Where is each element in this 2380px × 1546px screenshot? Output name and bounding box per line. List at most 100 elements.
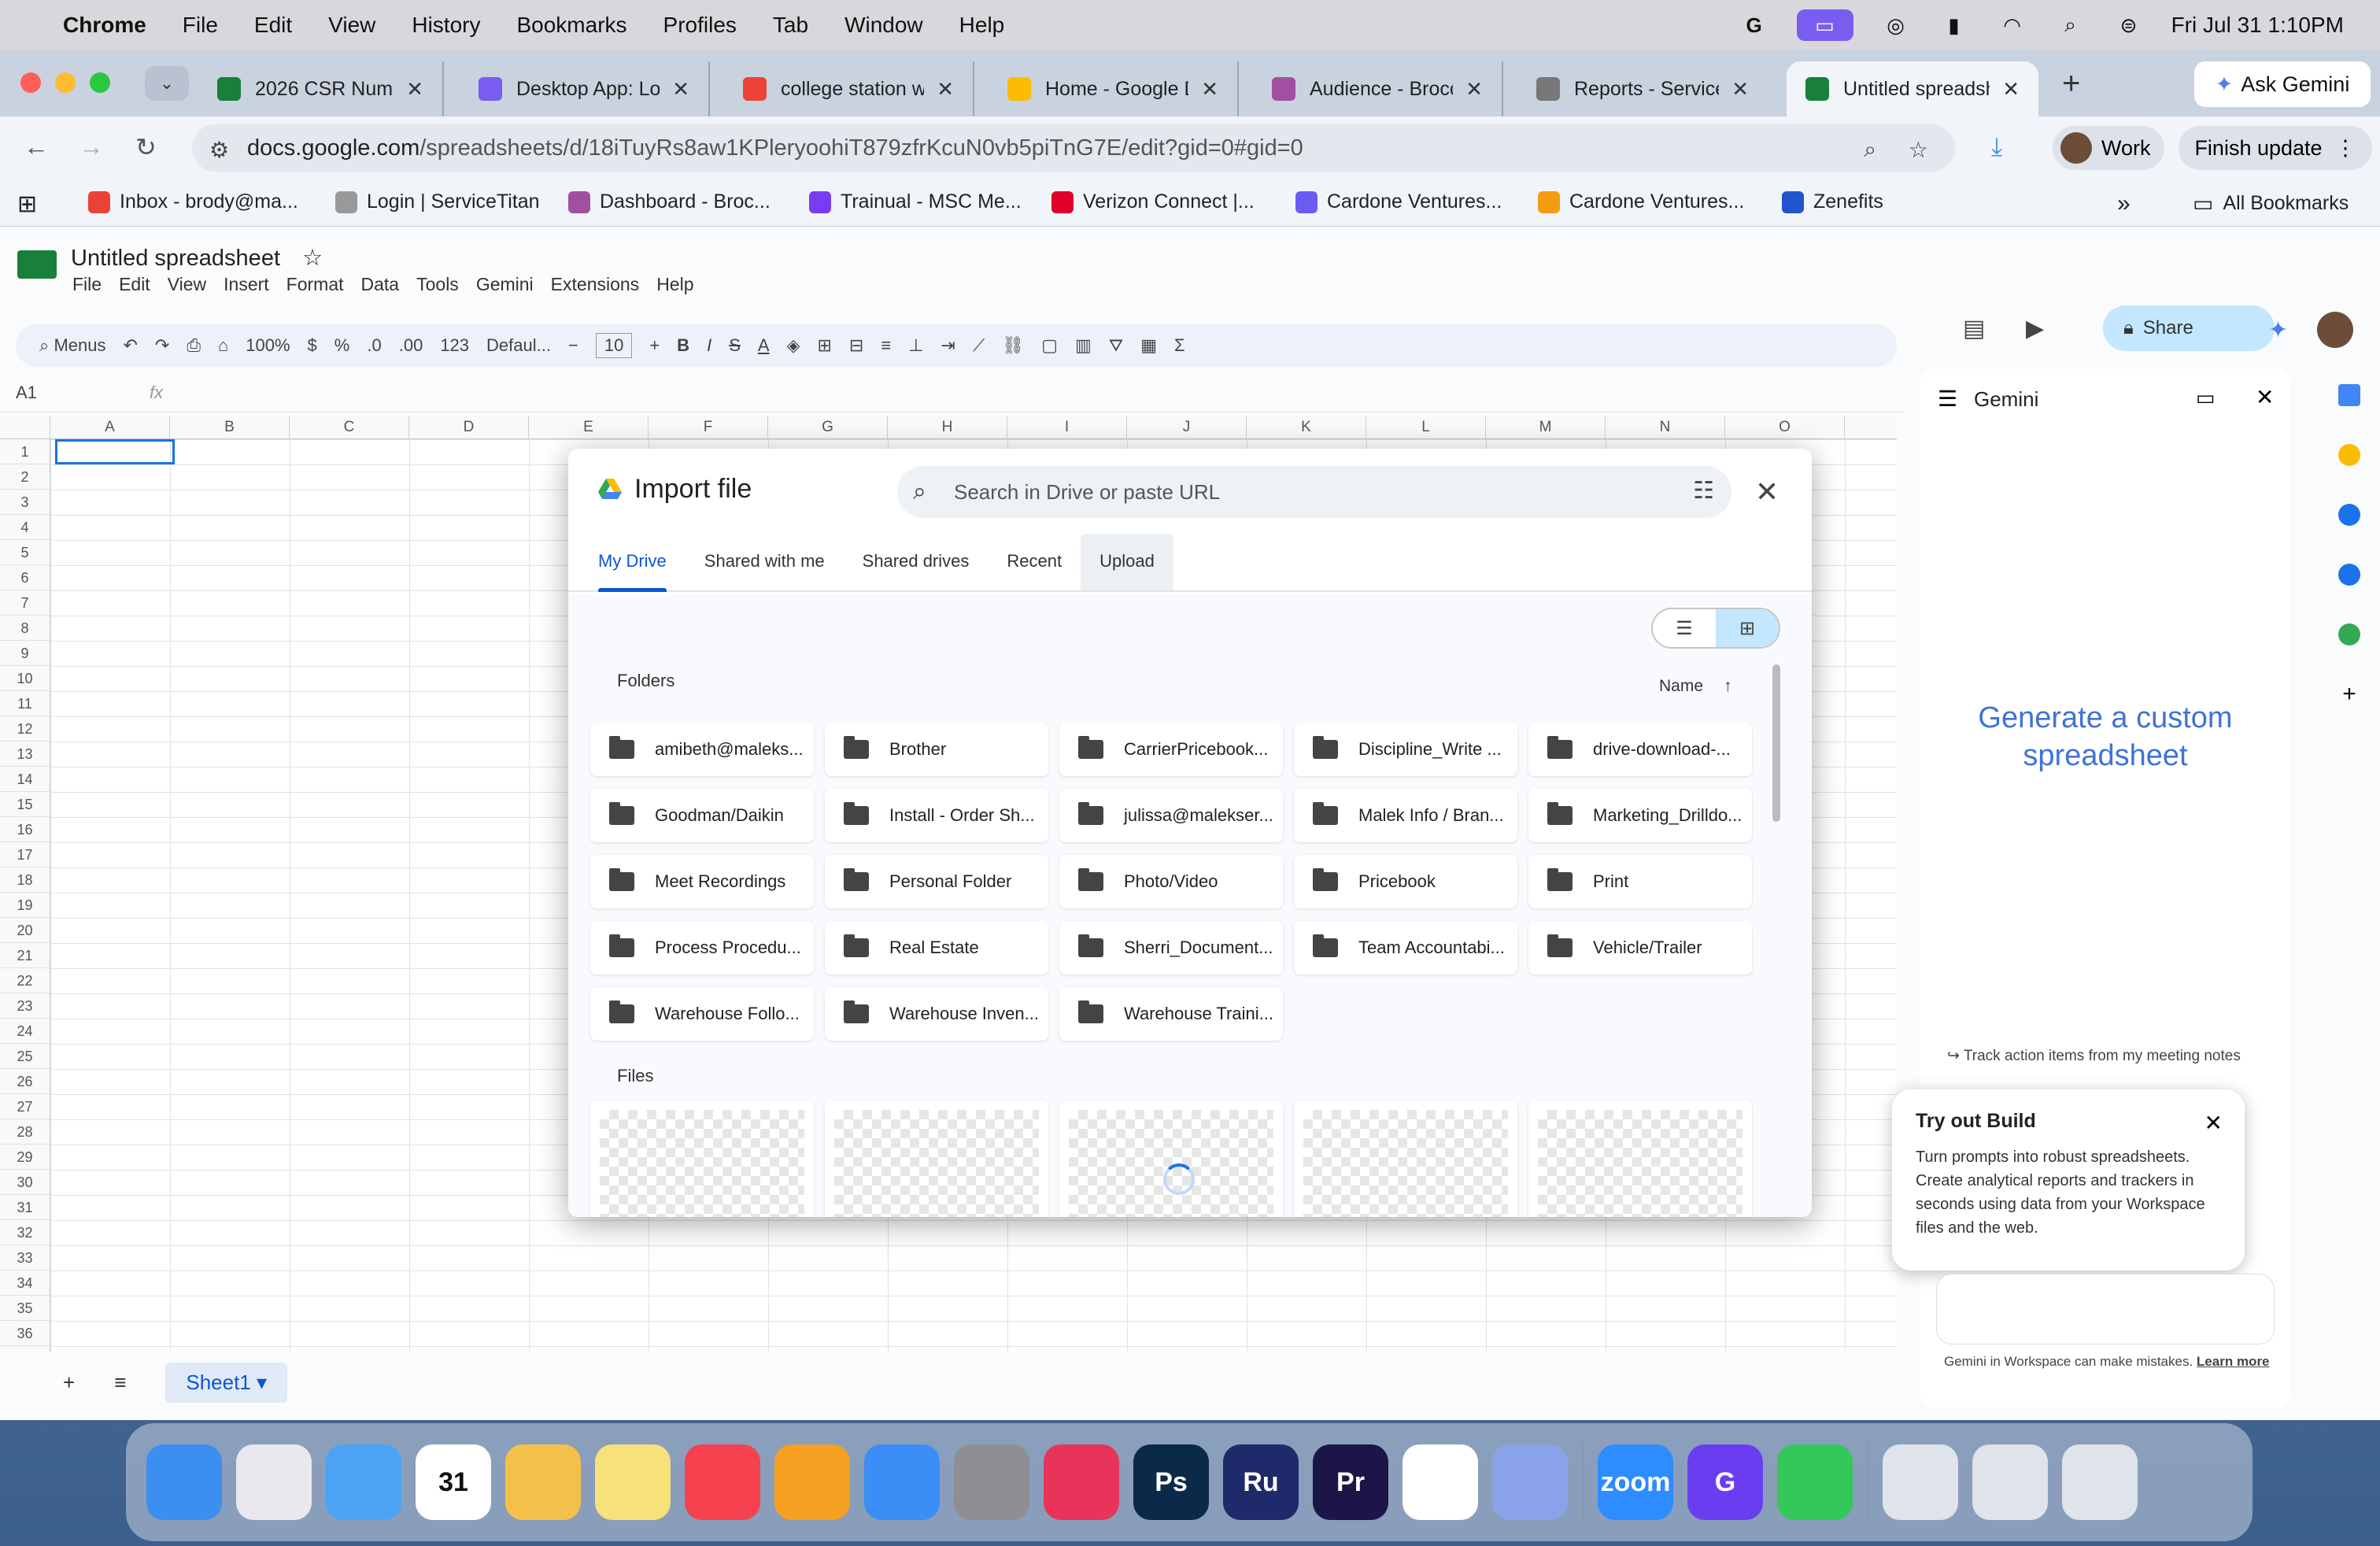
row-header[interactable]: 2	[0, 464, 50, 490]
menus-search[interactable]: ⌕ Menus	[39, 335, 105, 356]
borders-icon[interactable]: ⊞	[817, 335, 831, 356]
doc-menu-edit[interactable]: Edit	[119, 274, 150, 295]
row-header[interactable]: 34	[0, 1270, 50, 1296]
bold-icon[interactable]: B	[677, 335, 689, 356]
star-icon[interactable]: ☆	[302, 246, 323, 271]
row-header[interactable]: 26	[0, 1069, 50, 1094]
menu-profiles[interactable]: Profiles	[663, 13, 737, 38]
row-header[interactable]: 24	[0, 1019, 50, 1044]
redo-icon[interactable]: ↷	[155, 335, 169, 356]
fill-color-icon[interactable]: ◈	[787, 335, 800, 356]
doc-title[interactable]: Untitled spreadsheet ☆	[71, 244, 323, 272]
name-box[interactable]: A1	[16, 383, 110, 403]
row-header[interactable]: 21	[0, 943, 50, 968]
wifi-icon[interactable]: ◠	[1997, 13, 2028, 37]
close-icon[interactable]: ✕	[2256, 384, 2274, 410]
doc-menu-file[interactable]: File	[72, 274, 102, 295]
download-icon[interactable]: ⤓	[1991, 132, 2002, 162]
grammarly-status-icon[interactable]: G	[1739, 13, 1770, 37]
menu-help[interactable]: Help	[959, 13, 1005, 38]
browser-tab[interactable]: college station w ✕	[724, 61, 974, 117]
print-icon[interactable]: ⎙	[187, 335, 201, 356]
doc-menu-data[interactable]: Data	[361, 274, 400, 295]
folder-item[interactable]: Process Procedu...	[590, 921, 814, 975]
browser-tab[interactable]: Reports - Service ✕	[1517, 61, 1768, 117]
reload-icon[interactable]: ↻	[135, 132, 157, 162]
row-header[interactable]: 37	[0, 1346, 50, 1352]
file-card[interactable]	[1059, 1100, 1283, 1217]
screen-mirroring-icon[interactable]: ▭	[1796, 9, 1853, 41]
row-header[interactable]: 13	[0, 742, 50, 767]
music-icon[interactable]	[685, 1444, 760, 1520]
font-size-minus[interactable]: −	[568, 335, 578, 356]
row-header[interactable]: 1	[0, 439, 50, 464]
grid-view-icon[interactable]: ⊞	[1716, 609, 1779, 647]
tab-shared-with-me[interactable]: Shared with me	[704, 551, 825, 590]
spotlight-search-icon[interactable]: ⌕	[2055, 13, 2086, 36]
more-formats-button[interactable]: 123	[440, 335, 469, 356]
maps-icon[interactable]	[2338, 623, 2360, 645]
notes-icon[interactable]	[595, 1444, 671, 1520]
doc-menu-view[interactable]: View	[168, 274, 206, 295]
selected-cell[interactable]	[55, 439, 175, 464]
doc-menu-insert[interactable]: Insert	[224, 274, 269, 295]
file-card[interactable]	[1294, 1100, 1517, 1217]
row-header[interactable]: 30	[0, 1170, 50, 1195]
comment-icon[interactable]: ▢	[1041, 335, 1058, 356]
folder-item[interactable]: Personal Folder	[825, 855, 1048, 908]
row-header[interactable]: 3	[0, 490, 50, 515]
browser-tab[interactable]: Audience - Brocc ✕	[1253, 61, 1503, 117]
drive-search-input[interactable]: ⌕ Search in Drive or paste URL ☷	[897, 466, 1731, 518]
column-header[interactable]: E	[529, 416, 649, 438]
apps-grid-icon[interactable]: ⊞	[17, 190, 37, 218]
folder-item[interactable]: Warehouse Inven...	[825, 987, 1048, 1041]
meet-icon[interactable]: ▶	[2026, 315, 2044, 342]
gemini-prompt-box[interactable]	[1936, 1274, 2275, 1344]
folder-item[interactable]: Sherri_Document...	[1059, 921, 1283, 975]
zoom-icon[interactable]: zoom	[1598, 1444, 1673, 1520]
photoshop-icon[interactable]: Ps	[1133, 1444, 1209, 1520]
row-header[interactable]: 32	[0, 1220, 50, 1245]
list-view-icon[interactable]: ☰	[1653, 609, 1716, 647]
grammarly-icon[interactable]: G	[1687, 1444, 1763, 1520]
battery-icon[interactable]: ▮	[1938, 13, 1970, 37]
column-header[interactable]: N	[1606, 416, 1725, 438]
bookmark-item[interactable]: Dashboard - Broc...	[568, 190, 771, 213]
photos-icon[interactable]	[505, 1444, 581, 1520]
close-tab-icon[interactable]: ✕	[1201, 77, 1218, 102]
row-header[interactable]: 15	[0, 792, 50, 817]
close-icon[interactable]: ✕	[1755, 475, 1779, 509]
zoom-window-button[interactable]	[90, 72, 110, 93]
finder-icon[interactable]	[146, 1444, 222, 1520]
close-tab-icon[interactable]: ✕	[2002, 77, 2020, 102]
all-bookmarks-button[interactable]: ▭ All Bookmarks	[2193, 190, 2349, 216]
bookmark-item[interactable]: Cardone Ventures...	[1295, 190, 1502, 213]
folder-item[interactable]: Goodman/Daikin	[590, 789, 814, 842]
control-center-icon[interactable]: ⊜	[2113, 13, 2145, 37]
file-card[interactable]	[590, 1100, 814, 1217]
ask-gemini-button[interactable]: ✦ Ask Gemini	[2194, 61, 2371, 107]
downloads-stack-icon[interactable]	[1883, 1444, 1958, 1520]
close-tab-icon[interactable]: ✕	[937, 77, 954, 102]
filter-sliders-icon[interactable]: ☷	[1693, 477, 1714, 505]
browser-tab-active[interactable]: Untitled spreadsh ✕	[1787, 61, 2038, 117]
align-icon[interactable]: ≡	[881, 335, 891, 356]
folder-item[interactable]: amibeth@maleks...	[590, 723, 814, 776]
folder-item[interactable]: Vehicle/Trailer	[1528, 921, 1752, 975]
bookmarks-overflow-icon[interactable]: »	[2117, 190, 2131, 217]
folder-item[interactable]: Pricebook	[1294, 855, 1517, 908]
row-header[interactable]: 33	[0, 1245, 50, 1270]
bookmark-item[interactable]: Login | ServiceTitan	[335, 190, 540, 213]
close-tab-icon[interactable]: ✕	[672, 77, 689, 102]
folder-item[interactable]: Warehouse Traini...	[1059, 987, 1283, 1041]
column-header[interactable]: C	[290, 416, 409, 438]
tab-shared-drives[interactable]: Shared drives	[863, 551, 970, 590]
row-header[interactable]: 6	[0, 565, 50, 590]
column-header[interactable]: K	[1247, 416, 1366, 438]
row-header[interactable]: 28	[0, 1119, 50, 1145]
filter-views-icon[interactable]: ▦	[1140, 335, 1157, 356]
launchpad-icon[interactable]	[236, 1444, 312, 1520]
sheets-logo-icon[interactable]	[17, 250, 57, 279]
column-header[interactable]: L	[1366, 416, 1486, 438]
browser-tab[interactable]: Desktop App: Log ✕	[460, 61, 710, 117]
